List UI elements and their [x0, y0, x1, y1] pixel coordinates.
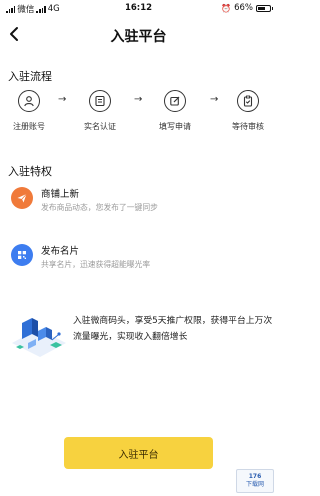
step-label: 实名认证	[84, 122, 116, 131]
step-review: 等待审核	[218, 90, 278, 132]
perks-section-title: 入驻特权	[8, 165, 52, 178]
page-title: 入驻平台	[110, 29, 167, 45]
watermark-line1: 176	[248, 473, 262, 480]
paper-plane-icon	[11, 187, 33, 209]
perk-desc: 发布商品动态，您发布了一键同步	[41, 203, 158, 212]
step-label: 等待审核	[232, 122, 264, 131]
alarm-icon: ⏰	[221, 3, 232, 13]
step-register: 注册账号	[0, 90, 59, 132]
qr-card-icon	[11, 244, 33, 266]
step-label: 注册账号	[13, 122, 45, 131]
battery-text: 66%	[234, 3, 253, 13]
battery-icon	[256, 4, 273, 12]
user-icon	[18, 90, 40, 112]
status-bar: 微信 4G 16:12 ⏰ 66%	[0, 0, 277, 16]
watermark-line2: 下载网	[245, 481, 264, 488]
status-right: ⏰ 66%	[221, 3, 273, 13]
battery-fill	[258, 6, 266, 10]
flow-section-title: 入驻流程	[8, 70, 52, 83]
step-apply: 填写申请	[145, 90, 205, 132]
watermark-logo: 176 下载网	[236, 469, 274, 493]
step-label: 填写申请	[159, 122, 191, 131]
perk-title: 发布名片	[41, 246, 80, 257]
isometric-city-illustration	[12, 318, 66, 357]
chevron-left-icon[interactable]	[4, 23, 24, 45]
perk-item-new-product[interactable]: 商铺上新 发布商品动态，您发布了一键同步	[0, 186, 277, 228]
arrow-right-icon: →	[134, 94, 143, 105]
promo-text: 入驻微商码头，享受5天推广权限，获得平台上万次流量曝光，实现收入翻倍增长	[73, 316, 273, 342]
nav-bar: 入驻平台	[0, 18, 277, 50]
step-verify: 实名认证	[70, 90, 130, 132]
join-platform-button[interactable]: 入驻平台	[64, 437, 213, 469]
promo-banner: 入驻微商码头，享受5天推广权限，获得平台上万次流量曝光，实现收入翻倍增长	[0, 305, 277, 365]
perk-desc: 共享名片，迅速获得超能曝光率	[41, 260, 151, 269]
id-card-icon	[89, 90, 111, 112]
edit-icon	[164, 90, 186, 112]
clipboard-check-icon	[237, 90, 259, 112]
perk-title: 商铺上新	[41, 189, 80, 200]
arrow-right-icon: →	[58, 94, 67, 105]
flow-steps: 注册账号 → 实名认证 → 填写申请 → 等待审核	[0, 90, 277, 138]
perk-item-card[interactable]: 发布名片 共享名片，迅速获得超能曝光率	[0, 243, 277, 285]
